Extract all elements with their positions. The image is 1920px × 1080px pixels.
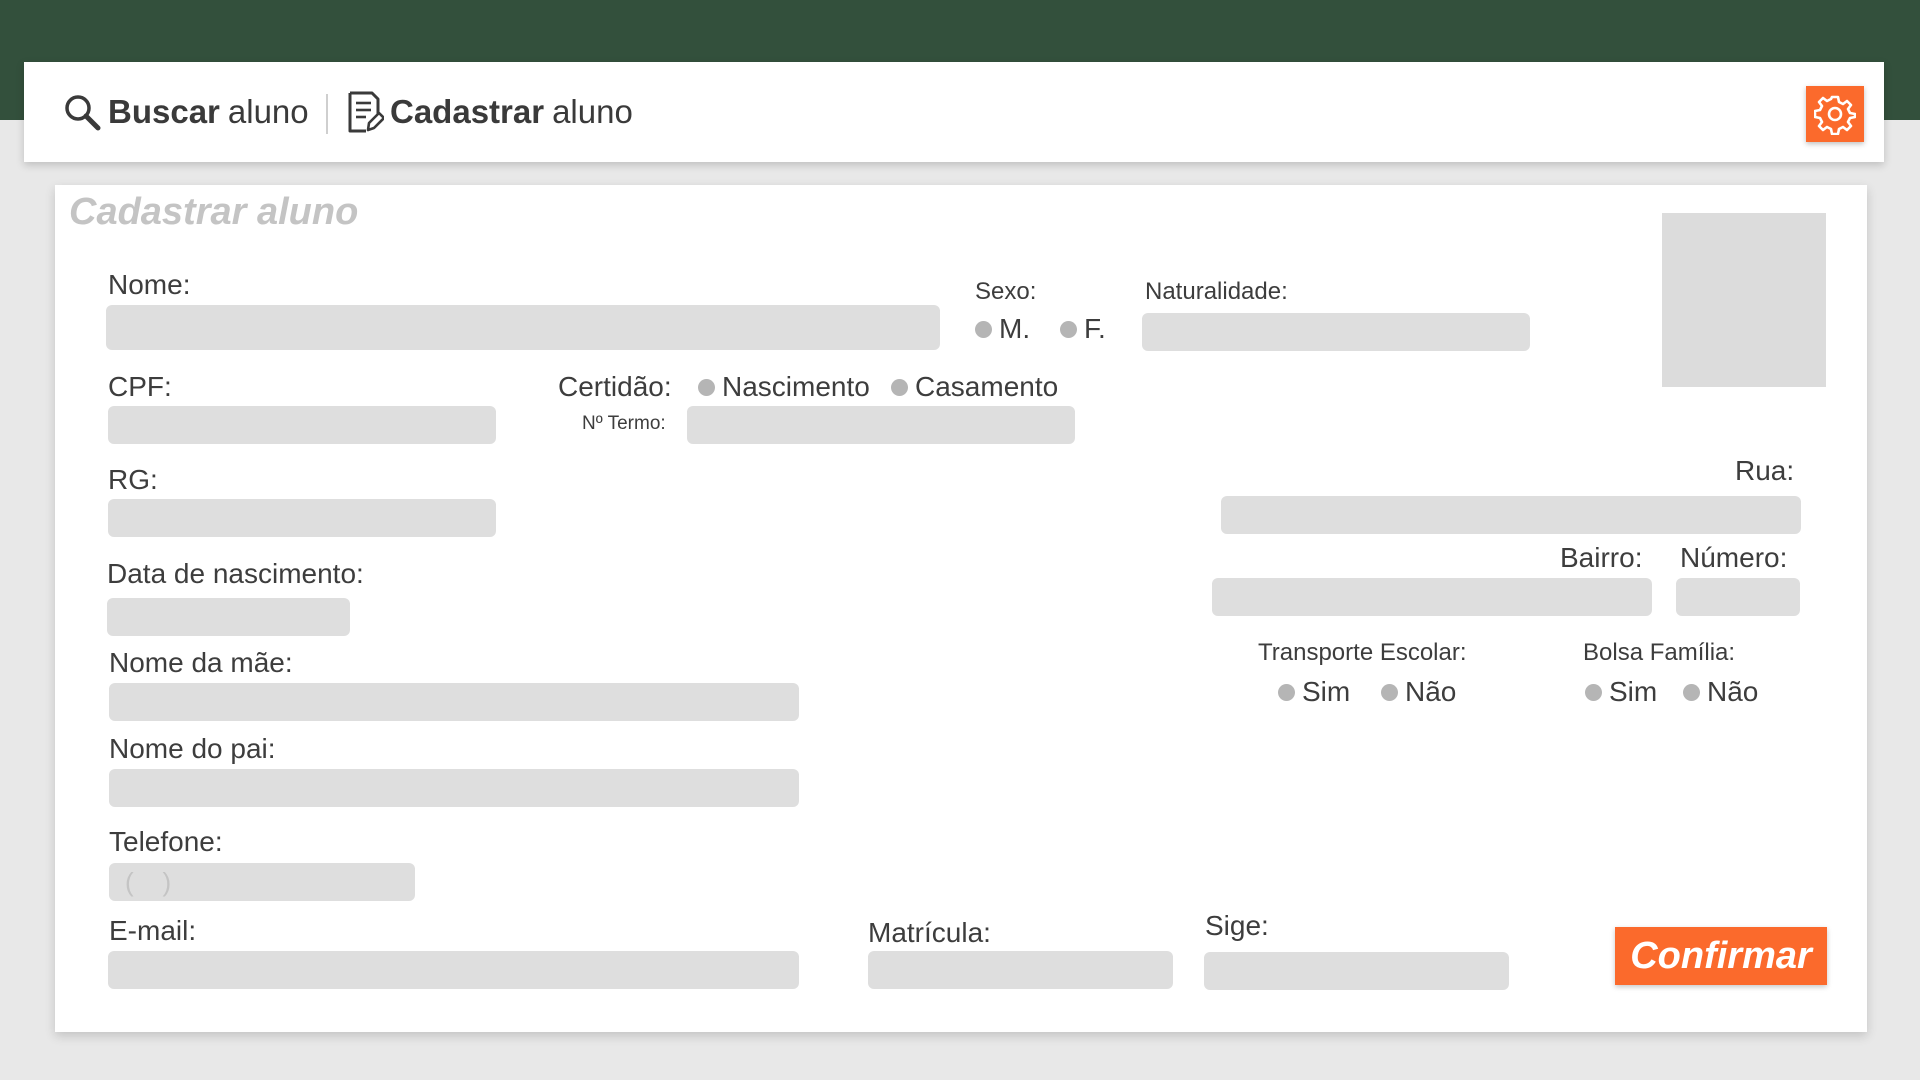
- naturalidade-label: Naturalidade:: [1145, 278, 1288, 305]
- transporte-option-nao: Não: [1405, 676, 1457, 707]
- transporte-radio-nao[interactable]: Não: [1381, 678, 1456, 706]
- email-input[interactable]: [108, 951, 799, 989]
- telefone-input[interactable]: [109, 863, 415, 901]
- document-edit-icon: [346, 90, 386, 134]
- termo-input[interactable]: [687, 406, 1075, 444]
- bairro-label: Bairro:: [1560, 542, 1643, 573]
- rg-label: RG:: [108, 464, 158, 495]
- rua-label: Rua:: [1735, 455, 1795, 486]
- radio-dot: [1585, 683, 1602, 701]
- search-tab-strong: Buscar: [108, 93, 220, 130]
- numero-input[interactable]: [1676, 578, 1800, 616]
- bolsa-radio-nao[interactable]: Não: [1683, 678, 1758, 706]
- pai-label: Nome do pai:: [109, 733, 276, 764]
- form-title: Cadastrar aluno: [69, 191, 359, 233]
- telefone-label: Telefone:: [109, 826, 223, 857]
- radio-dot: [698, 378, 715, 396]
- sexo-radio-f[interactable]: F.: [1060, 315, 1106, 343]
- certidao-label: Certidão:: [558, 371, 672, 402]
- radio-dot: [1278, 683, 1295, 701]
- confirm-button[interactable]: Confirmar: [1615, 927, 1827, 985]
- naturalidade-input[interactable]: [1142, 313, 1530, 351]
- nascimento-input[interactable]: [107, 598, 350, 636]
- bairro-input[interactable]: [1212, 578, 1652, 616]
- numero-label: Número:: [1680, 542, 1788, 573]
- register-tab-strong: Cadastrar: [390, 93, 545, 130]
- search-student-tab[interactable]: Buscar aluno: [62, 62, 309, 162]
- bolsa-radio-sim[interactable]: Sim: [1585, 678, 1657, 706]
- matricula-input[interactable]: [868, 951, 1173, 989]
- gear-icon: [1813, 93, 1857, 136]
- register-tab-rest: aluno: [552, 93, 633, 130]
- rg-input[interactable]: [108, 499, 496, 537]
- transporte-radio-sim[interactable]: Sim: [1278, 678, 1350, 706]
- register-student-tab[interactable]: Cadastrar aluno: [346, 62, 633, 162]
- register-form-card: Cadastrar aluno Nome: Sexo: M. F. Natura…: [55, 185, 1867, 1032]
- radio-dot: [975, 320, 992, 338]
- settings-button[interactable]: [1806, 86, 1864, 142]
- email-label: E-mail:: [109, 915, 197, 946]
- sexo-option-m: M.: [999, 313, 1031, 344]
- sexo-radio-m[interactable]: M.: [975, 315, 1030, 343]
- student-photo-placeholder[interactable]: [1662, 213, 1826, 387]
- transporte-option-sim: Sim: [1302, 676, 1351, 707]
- radio-dot: [1060, 320, 1077, 338]
- search-icon: [62, 92, 102, 132]
- radio-dot: [891, 378, 908, 396]
- bolsa-label: Bolsa Família:: [1583, 639, 1736, 666]
- cpf-input[interactable]: [108, 406, 496, 444]
- certidao-radio-casamento[interactable]: Casamento: [891, 373, 1058, 401]
- matricula-label: Matrícula:: [868, 917, 991, 948]
- nome-label: Nome:: [108, 269, 191, 300]
- certidao-option-nascimento: Nascimento: [722, 371, 870, 402]
- termo-label: Nº Termo:: [582, 413, 666, 434]
- rua-input[interactable]: [1221, 496, 1801, 534]
- sexo-option-f: F.: [1084, 313, 1106, 344]
- radio-dot: [1381, 683, 1398, 701]
- cpf-label: CPF:: [108, 371, 172, 402]
- sexo-label: Sexo:: [975, 278, 1037, 305]
- search-tab-rest: aluno: [227, 93, 309, 130]
- sige-input[interactable]: [1204, 952, 1509, 990]
- bolsa-option-sim: Sim: [1609, 676, 1658, 707]
- nav-divider: [326, 94, 328, 134]
- pai-input[interactable]: [109, 769, 799, 807]
- nome-input[interactable]: [106, 305, 940, 350]
- nascimento-label: Data de nascimento:: [107, 558, 364, 589]
- transporte-label: Transporte Escolar:: [1258, 639, 1467, 666]
- sige-label: Sige:: [1205, 910, 1269, 941]
- mae-input[interactable]: [109, 683, 799, 721]
- radio-dot: [1683, 683, 1700, 701]
- mae-label: Nome da mãe:: [109, 647, 293, 678]
- bolsa-option-nao: Não: [1707, 676, 1759, 707]
- certidao-option-casamento: Casamento: [915, 371, 1059, 402]
- top-navbar: Buscar aluno Cadastrar aluno: [24, 62, 1884, 162]
- certidao-radio-nascimento[interactable]: Nascimento: [698, 373, 870, 401]
